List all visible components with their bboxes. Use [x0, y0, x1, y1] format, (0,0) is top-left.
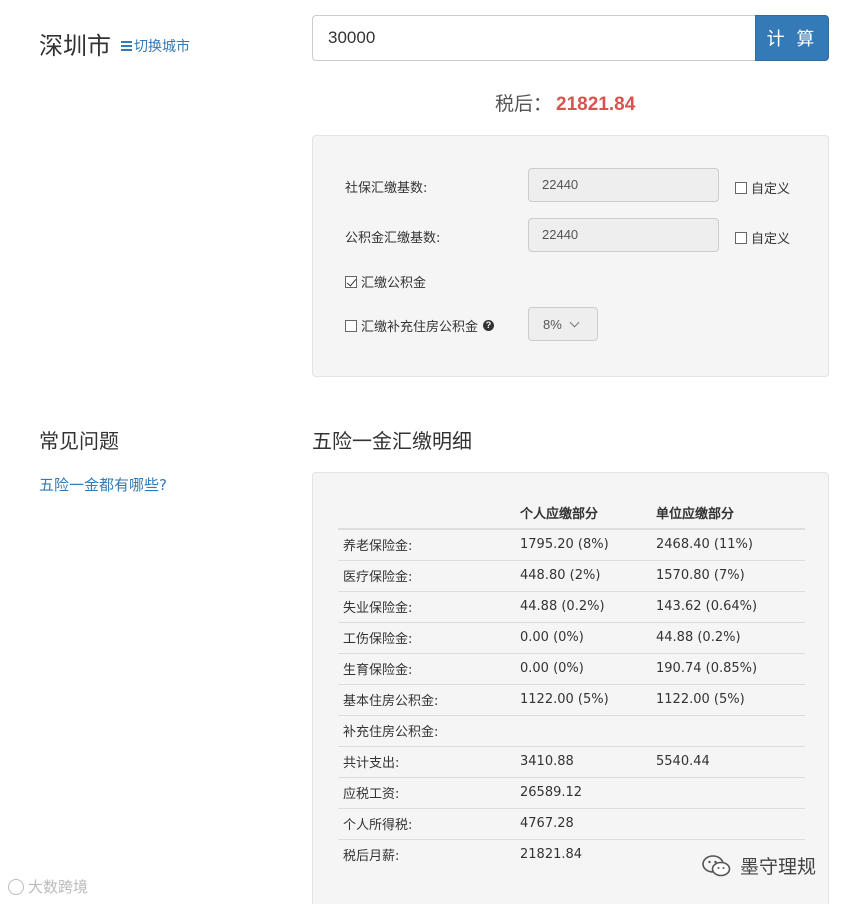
table-header-cell: 单位应缴部分 [651, 497, 805, 530]
row-label: 基本住房公积金: [338, 683, 515, 715]
watermark-logo-icon [8, 878, 24, 895]
custom-label: 自定义 [751, 182, 791, 197]
personal-amount: 3410.88 [515, 745, 651, 777]
company-amount: 190.74 (0.85%) [651, 652, 805, 684]
faq-link[interactable]: 五险一金都有哪些? [39, 474, 167, 495]
row-label: 应税工资: [338, 776, 515, 808]
personal-amount: 4767.28 [515, 807, 651, 839]
checkbox-icon [735, 231, 747, 244]
table-row: 补充住房公积金: [338, 714, 805, 746]
housing-base-custom-checkbox[interactable]: 自定义 [735, 228, 790, 247]
detail-panel: 个人应缴部分 单位应缴部分 养老保险金: 1795.20 (8%) 2468.40 … [312, 472, 829, 904]
table-row: 应税工资: 26589.12 [338, 776, 805, 808]
personal-amount: 26589.12 [515, 776, 651, 808]
wechat-icon [702, 854, 731, 876]
company-amount [651, 714, 805, 746]
checkbox-checked-icon [345, 275, 357, 288]
switch-city-label: 切换城市 [134, 39, 190, 55]
company-amount: 1122.00 (5%) [651, 683, 805, 715]
company-amount [651, 776, 805, 808]
personal-amount: 0.00 (0%) [515, 621, 651, 653]
watermark-right: 墨守理规 [702, 852, 816, 879]
detail-title: 五险一金汇缴明细 [312, 429, 472, 453]
supp-rate-select[interactable]: 8% [528, 307, 598, 341]
custom-label: 自定义 [751, 232, 791, 247]
pay-housing-fund-label: 汇缴公积金 [361, 276, 427, 291]
watermark-left: 大数跨境 [8, 876, 88, 897]
row-label: 个人所得税: [338, 807, 515, 839]
after-tax-label: 税后： [495, 93, 553, 115]
row-label: 生育保险金: [338, 652, 515, 684]
row-label: 补充住房公积金: [338, 714, 515, 746]
pay-housing-fund-checkbox[interactable]: 汇缴公积金 [345, 272, 426, 291]
company-amount [651, 807, 805, 839]
switch-city-link[interactable]: 切换城市 [121, 36, 190, 56]
personal-amount: 0.00 (0%) [515, 652, 651, 684]
row-label: 养老保险金: [343, 539, 413, 555]
personal-amount: 1795.20 (8%) [520, 537, 609, 553]
social-base-label: 社保汇缴基数: [345, 181, 428, 196]
pay-supp-fund-checkbox[interactable]: 汇缴补充住房公积金 ? [345, 316, 495, 335]
row-label: 失业保险金: [338, 590, 515, 622]
table-header-cell: 个人应缴部分 [515, 497, 651, 530]
detail-table: 个人应缴部分 单位应缴部分 养老保险金: 1795.20 (8%) 2468.40 … [338, 497, 805, 870]
after-tax-value: 21821.84 [556, 94, 636, 115]
supp-rate-value: 8% [543, 316, 562, 332]
salary-input[interactable] [312, 15, 756, 61]
table-row: 基本住房公积金: 1122.00 (5%) 1122.00 (5%) [338, 683, 805, 715]
housing-base-input[interactable]: 22440 [528, 218, 719, 252]
company-amount: 2468.40 (11%) [656, 537, 753, 553]
watermark-right-text: 墨守理规 [740, 856, 817, 878]
personal-amount: 1122.00 (5%) [515, 683, 651, 715]
personal-amount: 21821.84 [515, 838, 651, 870]
watermark-left-text: 大数跨境 [28, 878, 89, 896]
company-amount: 143.62 (0.64%) [651, 590, 805, 622]
table-row: 生育保险金: 0.00 (0%) 190.74 (0.85%) [338, 652, 805, 684]
checkbox-icon [735, 181, 747, 194]
personal-amount [515, 714, 651, 746]
settings-panel: 社保汇缴基数: 22440 自定义 公积金汇缴基数: 22440 自定义 汇缴公… [312, 135, 829, 377]
personal-amount: 44.88 (0.2%) [515, 590, 651, 622]
table-row: 医疗保险金: 448.80 (2%) 1570.80 (7%) [338, 559, 805, 591]
company-amount: 5540.44 [651, 745, 805, 777]
menu-icon [121, 41, 132, 51]
personal-amount: 448.80 (2%) [515, 559, 651, 591]
chevron-down-icon [569, 317, 580, 327]
faq-title: 常见问题 [39, 429, 119, 453]
row-label: 共计支出: [338, 745, 515, 777]
table-row: 失业保险金: 44.88 (0.2%) 143.62 (0.64%) [338, 590, 805, 622]
company-amount: 44.88 (0.2%) [651, 621, 805, 653]
table-row: 工伤保险金: 0.00 (0%) 44.88 (0.2%) [338, 621, 805, 653]
calculate-button[interactable]: 计 算 [755, 15, 829, 61]
row-label: 医疗保险金: [338, 559, 515, 591]
table-row: 共计支出: 3410.88 5540.44 [338, 745, 805, 777]
housing-base-label: 公积金汇缴基数: [345, 231, 441, 246]
pay-supp-fund-label: 汇缴补充住房公积金 [361, 320, 479, 335]
table-header-cell [338, 497, 515, 530]
social-base-input[interactable]: 22440 [528, 168, 719, 202]
checkbox-icon [345, 319, 357, 332]
after-tax-result: 税后： 21821.84 [495, 89, 635, 116]
row-label: 税后月薪: [338, 838, 515, 870]
social-base-custom-checkbox[interactable]: 自定义 [735, 178, 790, 197]
table-header-row: 个人应缴部分 单位应缴部分 [338, 497, 805, 530]
question-icon[interactable]: ? [483, 320, 495, 331]
city-title: 深圳市 [39, 32, 111, 60]
table-row: 养老保险金: 1795.20 (8%) 2468.40 (11%) [338, 529, 805, 560]
row-label: 工伤保险金: [338, 621, 515, 653]
table-row: 个人所得税: 4767.28 [338, 807, 805, 839]
company-amount: 1570.80 (7%) [651, 559, 805, 591]
